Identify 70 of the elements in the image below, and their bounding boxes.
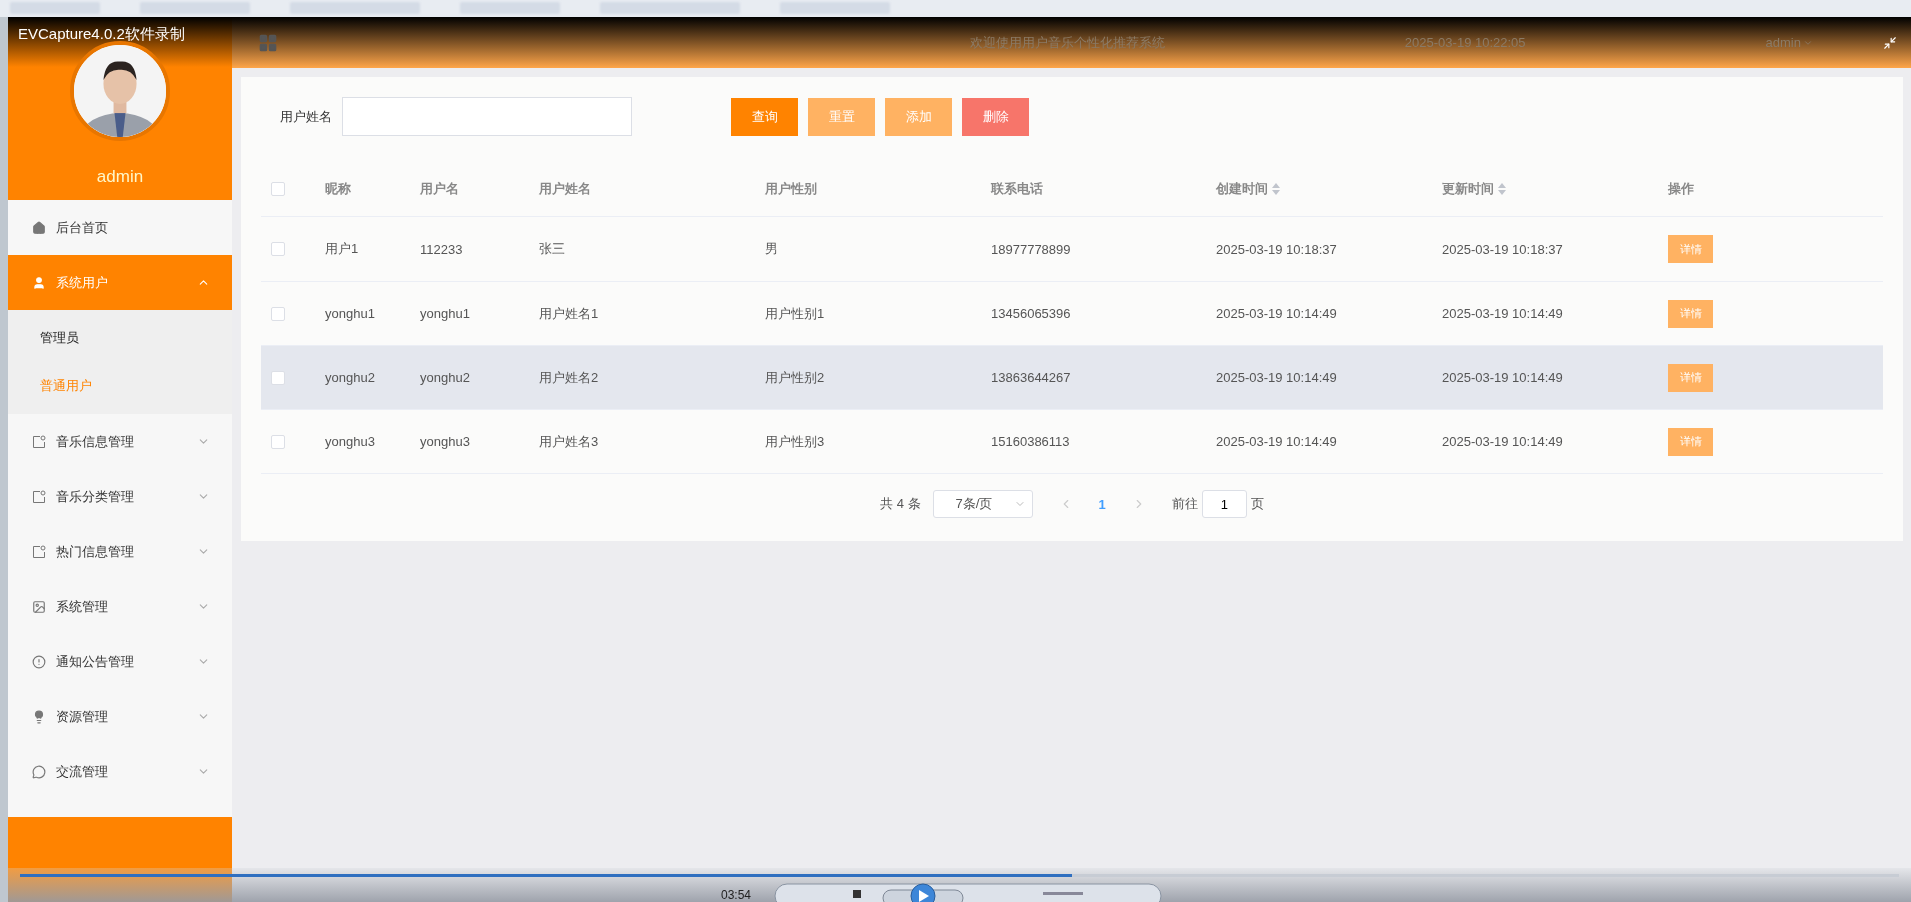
table-cell-text: 15160386113 (990, 434, 1070, 449)
table-cell-text: yonghu1 (324, 306, 375, 321)
table-cell-text: 用户姓名1 (538, 304, 599, 323)
column-header: 创建时间 (1201, 180, 1280, 198)
table-cell-text: yonghu3 (324, 434, 375, 449)
table-cell-text: 用户性别3 (764, 432, 825, 451)
alert-icon (32, 654, 46, 669)
table-cell-text: 18977778899 (990, 241, 1071, 257)
column-header: 更新时间 (1427, 180, 1506, 198)
table-cell-text: 张三 (538, 240, 565, 258)
select-all-checkbox[interactable] (271, 182, 285, 196)
search-label: 用户姓名 (280, 107, 332, 126)
page-size-select[interactable]: 7条/页 (932, 490, 1033, 518)
goto-page-field[interactable]: 1 (1201, 490, 1247, 518)
header-title: 欢迎使用用户音乐个性化推荐系统 (969, 33, 1165, 52)
table-cell-text: 2025-03-19 10:14:49 (1215, 434, 1337, 449)
search-field[interactable] (342, 97, 632, 136)
home-icon (32, 220, 46, 235)
table-cell-text: 2025-03-19 10:14:49 (1441, 306, 1563, 321)
collapse-icon[interactable] (1883, 35, 1897, 50)
square-dot-icon (32, 544, 46, 559)
column-header: 联系电话 (990, 180, 1043, 198)
table-cell-text: 用户1 (324, 240, 359, 258)
table-cell-text: 用户姓名3 (538, 432, 599, 451)
playback-time: 03:54 (721, 888, 752, 902)
table-cell-text: 2025-03-19 10:14:49 (1215, 306, 1337, 321)
square-dot-icon (32, 434, 46, 449)
column-header: 昵称 (324, 180, 351, 198)
bulb-icon (32, 709, 46, 724)
player-controls-drawing[interactable] (773, 882, 1163, 902)
row-checkbox[interactable] (271, 434, 285, 449)
table-cell-text: yonghu1 (419, 306, 470, 321)
table-cell-text: 112233 (419, 241, 463, 257)
sidebar-subitem[interactable]: 管理员 (8, 314, 232, 362)
table-cell-text: yonghu3 (419, 434, 470, 449)
column-header: 用户姓名 (538, 180, 591, 198)
row-checkbox[interactable] (271, 370, 285, 385)
square-dot-icon (32, 489, 46, 504)
table-cell-text: 用户性别2 (764, 368, 825, 387)
total-count: 共 4 条 (880, 495, 921, 513)
table-cell-text: 2025-03-19 10:18:37 (1441, 241, 1563, 257)
user-icon (32, 275, 46, 290)
table-cell-text: 2025-03-19 10:14:49 (1215, 370, 1337, 385)
header-datetime: 2025-03-19 10:22:05 (1404, 35, 1526, 50)
table-cell-text: 2025-03-19 10:14:49 (1441, 434, 1563, 449)
table-cell-text: yonghu2 (419, 370, 470, 385)
image-icon (32, 599, 46, 614)
table-cell-text: 13863644267 (990, 370, 1071, 385)
row-checkbox[interactable] (271, 242, 285, 256)
table-cell-text: 男 (764, 240, 778, 258)
table-row[interactable]: yonghu2 yonghu2 用户姓名2 用户性别2 13863644267 2025-03-19 10:14:49 2025-03-19 10:14:49 详情 (261, 346, 1883, 410)
chat-icon (32, 764, 46, 779)
table-cell-text: 2025-03-19 10:14:49 (1441, 370, 1563, 385)
row-checkbox[interactable] (271, 306, 285, 321)
goto-label: 前往 (1171, 495, 1198, 513)
table-cell-text: yonghu2 (324, 370, 375, 385)
column-header: 操作 (1667, 180, 1694, 198)
column-header: 用户名 (419, 180, 459, 198)
table-cell-text: 2025-03-19 10:18:37 (1215, 241, 1337, 257)
table-cell-text: 用户姓名2 (538, 368, 599, 387)
progress-track[interactable] (20, 874, 1899, 877)
page-suffix: 页 (1250, 495, 1264, 513)
table-cell-text: 用户性别1 (764, 304, 825, 323)
sort-icon[interactable] (1498, 183, 1506, 195)
sidebar-username: admin (96, 167, 144, 187)
grid-icon[interactable] (258, 32, 278, 53)
column-header: 用户性别 (764, 180, 817, 198)
table-cell-text: 13456065396 (990, 306, 1071, 321)
sort-icon[interactable] (1272, 183, 1280, 195)
recorder-label: EVCapture4.0.2软件录制 (18, 25, 185, 44)
